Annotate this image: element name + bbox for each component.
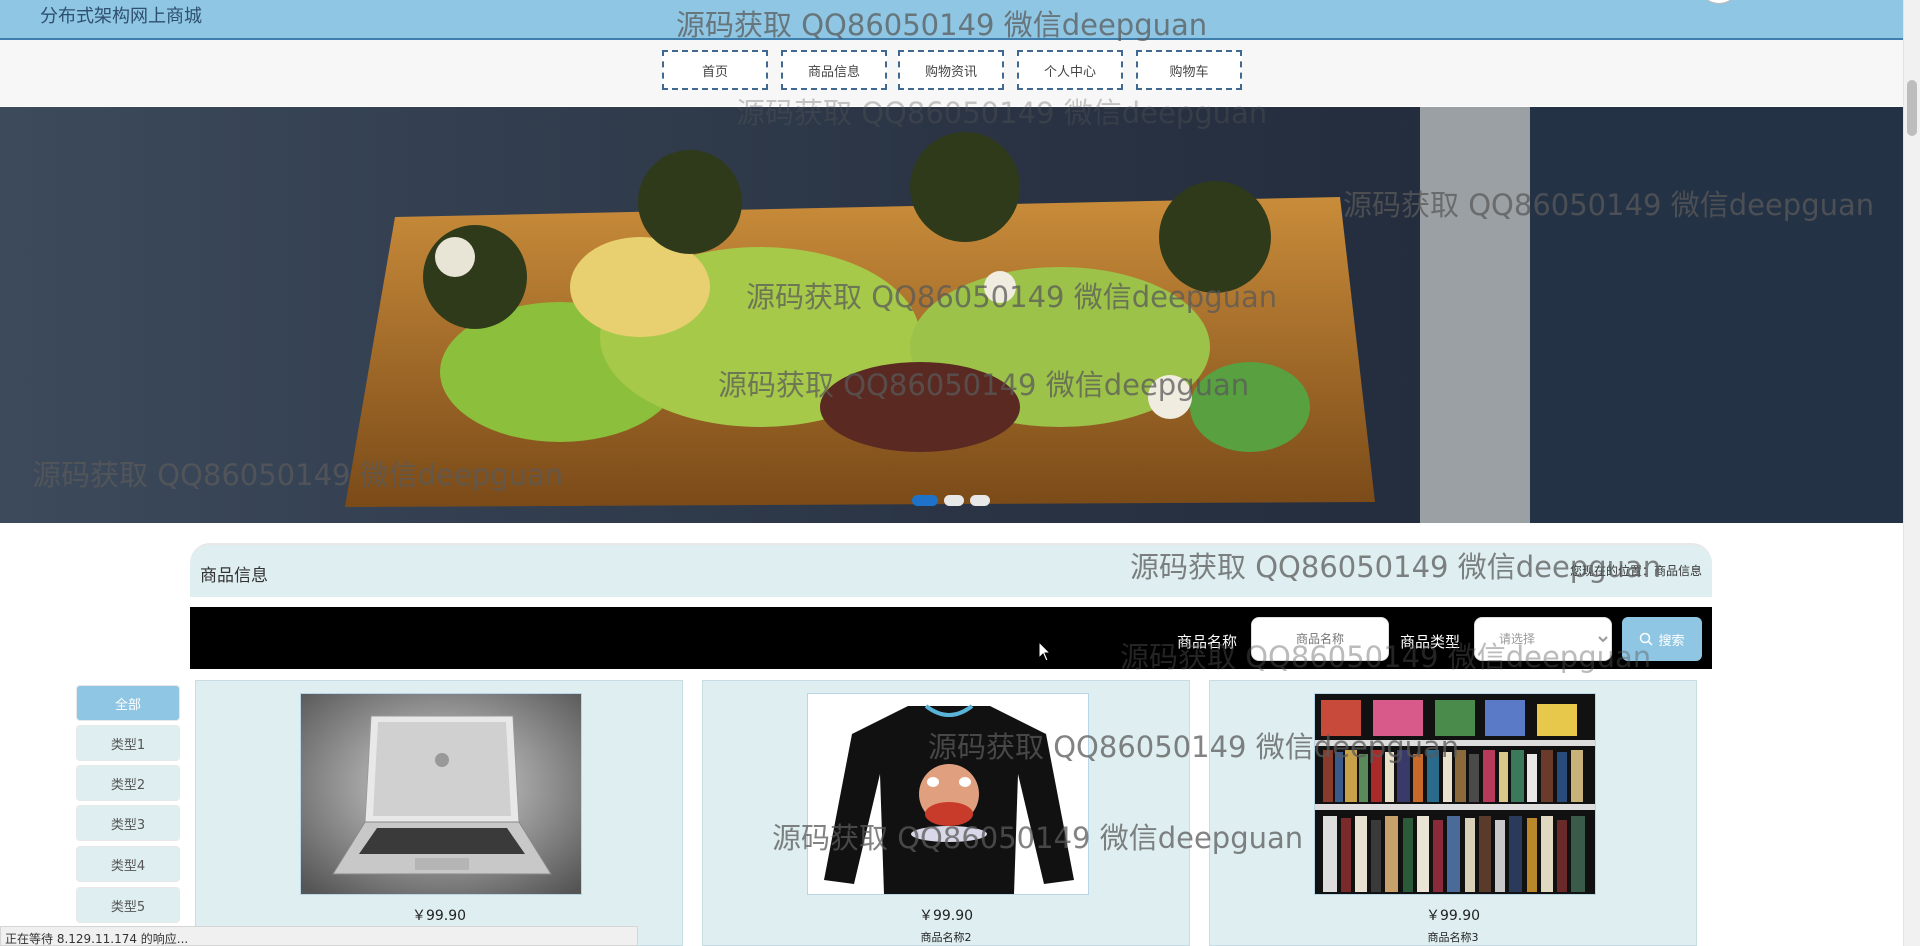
nav-item-cart[interactable]: 购物车 xyxy=(1136,50,1242,90)
category-type-2[interactable]: 类型2 xyxy=(76,765,180,801)
product-image-sweatshirt[interactable] xyxy=(807,693,1089,895)
product-name[interactable]: 商品名称3 xyxy=(1210,929,1696,945)
product-price: ￥99.90 xyxy=(1425,908,1481,924)
carousel-indicators xyxy=(912,495,990,506)
mouse-cursor-icon xyxy=(1038,641,1052,662)
carousel-dot-3[interactable] xyxy=(970,495,990,506)
product-card-2[interactable]: ￥99.90 商品名称2 xyxy=(702,680,1190,946)
nav-item-news[interactable]: 购物资讯 xyxy=(898,50,1004,90)
product-card-3[interactable]: ￥99.90 商品名称3 xyxy=(1209,680,1697,946)
nav-item-home[interactable]: 首页 xyxy=(662,50,768,90)
main-navigation: 首页 商品信息 购物资讯 个人中心 购物车 xyxy=(0,40,1904,106)
sweatshirt-image xyxy=(808,694,1088,894)
scrollbar-thumb[interactable] xyxy=(1907,80,1917,136)
page-scrollbar[interactable] xyxy=(1903,0,1920,946)
user-avatar[interactable] xyxy=(1700,0,1738,4)
search-button-label: 搜索 xyxy=(1658,633,1685,649)
product-image-bookshelf[interactable] xyxy=(1314,693,1596,895)
category-type-4[interactable]: 类型4 xyxy=(76,846,180,882)
category-all[interactable]: 全部 xyxy=(76,685,180,721)
section-header: 商品信息 您现在的位置：商品信息 xyxy=(190,543,1712,597)
nav-item-products[interactable]: 商品信息 xyxy=(781,50,887,90)
category-type-5[interactable]: 类型5 xyxy=(76,887,180,923)
site-title: 分布式架构网上商城 xyxy=(40,6,202,27)
product-price: ￥99.90 xyxy=(918,908,974,924)
banner-carousel[interactable] xyxy=(0,107,1904,523)
product-image-laptop[interactable] xyxy=(300,693,582,895)
top-header-bar: 分布式架构网上商城 xyxy=(0,0,1904,40)
nav-item-personal-center[interactable]: 个人中心 xyxy=(1017,50,1123,90)
breadcrumb: 您现在的位置：商品信息 xyxy=(1569,564,1702,578)
carousel-dot-2[interactable] xyxy=(944,495,964,506)
product-card-1[interactable]: ￥99.90 xyxy=(195,680,683,946)
product-name-label: 商品名称 xyxy=(1177,633,1238,651)
category-type-3[interactable]: 类型3 xyxy=(76,805,180,841)
product-name[interactable]: 商品名称2 xyxy=(703,929,1189,945)
bookshelf-image xyxy=(1315,694,1595,894)
category-type-1[interactable]: 类型1 xyxy=(76,725,180,761)
product-name-input[interactable] xyxy=(1251,617,1389,661)
search-button[interactable]: 搜索 xyxy=(1622,617,1702,661)
product-price: ￥99.90 xyxy=(411,908,467,924)
product-type-select[interactable]: 请选择 xyxy=(1474,617,1612,661)
laptop-image xyxy=(301,694,581,894)
banner-food-image xyxy=(0,107,1904,523)
section-title: 商品信息 xyxy=(200,566,268,586)
browser-status-bar: 正在等待 8.129.11.174 的响应... xyxy=(0,926,638,946)
product-type-label: 商品类型 xyxy=(1400,633,1461,651)
carousel-dot-1[interactable] xyxy=(912,495,938,506)
search-bar: 商品名称 商品类型 请选择 搜索 xyxy=(190,607,1712,669)
search-icon xyxy=(1640,632,1654,646)
